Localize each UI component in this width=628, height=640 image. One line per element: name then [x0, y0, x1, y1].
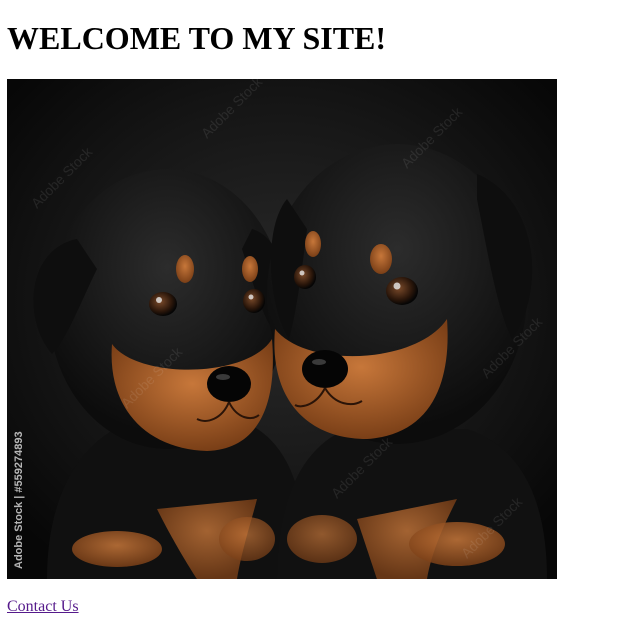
rottweiler-puppies-image: Adobe Stock Adobe Stock Adobe Stock Adob… [7, 79, 557, 579]
page-title: WELCOME TO MY SITE! [7, 20, 387, 56]
puppies-illustration: Adobe Stock Adobe Stock Adobe Stock Adob… [7, 79, 557, 579]
contact-us-link[interactable]: Contact Us [7, 597, 79, 617]
stock-id-watermark: Adobe Stock | #559274893 [13, 431, 25, 569]
